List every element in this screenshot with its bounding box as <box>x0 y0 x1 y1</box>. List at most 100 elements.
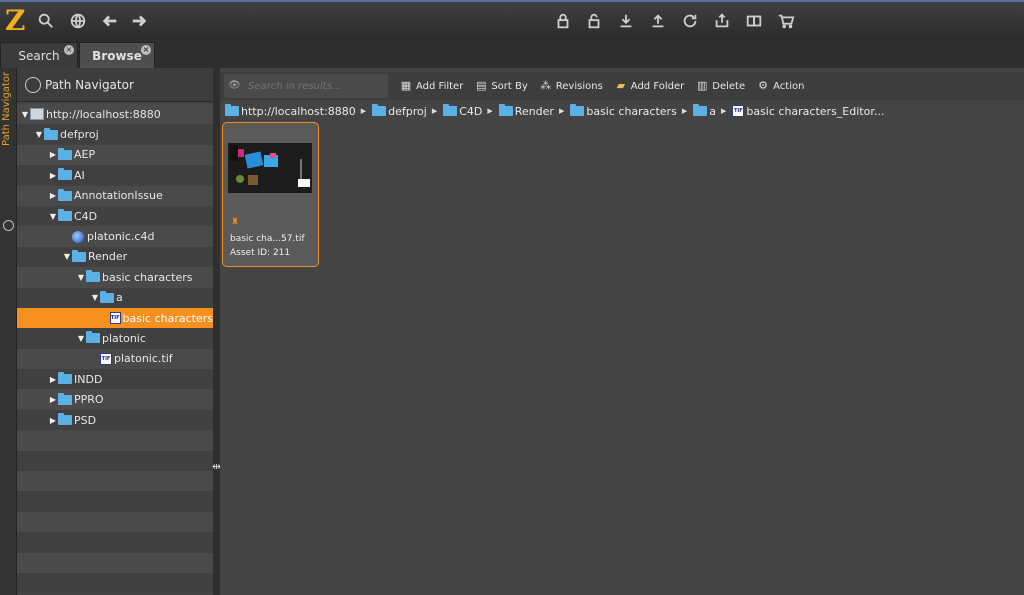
collapse-icon[interactable]: ▼ <box>35 130 43 139</box>
tree-item[interactable]: TIF platonic.tif <box>17 348 213 370</box>
folder-icon <box>86 270 100 283</box>
expand-icon[interactable]: ▶ <box>49 171 57 180</box>
collapse-icon[interactable]: ▼ <box>49 212 57 221</box>
breadcrumb-item[interactable]: a <box>692 104 716 118</box>
breadcrumb-item[interactable]: C4D <box>442 104 482 118</box>
breadcrumb-item[interactable]: defproj <box>371 104 427 118</box>
tree-item[interactable]: ▼ http://localhost:8880 <box>17 104 213 125</box>
breadcrumb-separator-icon: ▶ <box>681 107 688 115</box>
path-navigator-title: Path Navigator <box>45 77 134 92</box>
tree-item[interactable]: ▶ INDD <box>17 369 213 390</box>
tree-item[interactable]: ▶ PSD <box>17 409 213 431</box>
upload-icon[interactable] <box>647 10 669 32</box>
filter-icon: ▦ <box>400 79 412 92</box>
asset-status-icon: ♜ <box>231 217 240 227</box>
search-icon[interactable] <box>35 10 57 32</box>
expand-icon[interactable]: ▶ <box>49 150 57 159</box>
trash-icon: ▥ <box>697 79 708 92</box>
tree-item[interactable]: ▶ AnnotationIssue <box>17 185 213 206</box>
tree-empty-row <box>17 532 213 553</box>
panel-splitter[interactable] <box>213 68 220 595</box>
globe-icon[interactable] <box>67 10 89 32</box>
asset-id: Asset ID: 211 <box>230 248 291 258</box>
add-folder-button[interactable]: ▰ Add Folder <box>615 79 685 92</box>
folder-tree: ▼ http://localhost:8880 ▼ defproj ▶ AEP ▶ AI ▶ An… <box>17 104 213 594</box>
revisions-icon: ⁂ <box>540 79 552 92</box>
tree-item-label: platonic.c4d <box>87 230 155 244</box>
action-button[interactable]: ⚙ Action <box>757 80 804 92</box>
expand-icon[interactable]: ▶ <box>49 191 57 200</box>
add-filter-button[interactable]: ▦ Add Filter <box>400 79 464 92</box>
folder-icon <box>570 104 585 116</box>
tree-item[interactable]: platonic.c4d <box>17 226 213 247</box>
search-results-input[interactable] <box>248 80 378 92</box>
navigator-toggle-icon[interactable] <box>3 220 14 231</box>
tree-item-label: AnnotationIssue <box>74 189 163 203</box>
breadcrumb-item[interactable]: TIF basic characters_Editor... <box>731 105 884 118</box>
tree-item-label: platonic.tif <box>114 352 173 366</box>
add-folder-icon: ▰ <box>616 79 626 92</box>
folder-icon <box>86 331 100 344</box>
collapse-icon[interactable]: ▼ <box>91 293 99 302</box>
tree-item[interactable]: TIF basic characters <box>17 307 213 329</box>
breadcrumb-label: basic characters <box>586 104 677 118</box>
tree-item-label: AI <box>74 168 85 182</box>
lock-icon[interactable] <box>552 10 574 32</box>
folder-icon <box>498 104 513 116</box>
breadcrumb-separator-icon: ▶ <box>720 107 727 115</box>
refresh-icon[interactable] <box>679 10 701 32</box>
cart-icon[interactable] <box>775 10 797 32</box>
forward-arrow-icon[interactable] <box>128 10 150 32</box>
delete-button[interactable]: ▥ Delete <box>696 80 745 92</box>
tree-empty-row <box>17 552 213 573</box>
close-icon[interactable]: × <box>141 45 151 55</box>
tab-bar: Search × Browse × <box>0 40 1024 68</box>
close-icon[interactable]: × <box>64 45 74 55</box>
tree-item[interactable]: ▼ C4D <box>17 205 213 227</box>
tree-item[interactable]: ▼ basic characters <box>17 267 213 288</box>
unlock-icon[interactable] <box>583 10 605 32</box>
side-strip-label[interactable]: Path Navigator <box>1 72 12 162</box>
asset-card[interactable]: ♜ basic cha...57.tif Asset ID: 211 <box>222 122 319 267</box>
tree-item[interactable]: ▼ platonic <box>17 328 213 349</box>
tree-item[interactable]: ▶ PPRO <box>17 389 213 410</box>
gear-icon: ⚙ <box>758 79 769 92</box>
breadcrumb-separator-icon: ▶ <box>487 107 493 115</box>
tif-file-icon: TIF <box>732 105 745 117</box>
breadcrumb-item[interactable]: http://localhost:8880 <box>224 104 356 118</box>
results-toolbar: 👁 ▦ Add Filter ▤ Sort By ⁂ Revisions ▰ A… <box>220 72 1024 100</box>
tree-empty-row <box>17 572 213 594</box>
folder-icon <box>58 392 72 405</box>
tree-item[interactable]: ▶ AI <box>17 165 213 186</box>
tab-search[interactable]: Search × <box>0 42 78 68</box>
folder-icon <box>72 249 86 262</box>
tree-empty-row <box>17 491 213 512</box>
tab-browse[interactable]: Browse × <box>79 42 155 68</box>
tree-item[interactable]: ▼ a <box>17 287 213 308</box>
back-arrow-icon[interactable] <box>99 10 121 32</box>
download-icon[interactable] <box>615 10 637 32</box>
tree-item[interactable]: ▼ defproj <box>17 124 213 145</box>
expand-icon[interactable]: ▶ <box>49 395 57 404</box>
collapse-icon[interactable]: ▼ <box>77 334 85 343</box>
folder-icon <box>58 147 72 160</box>
export-icon[interactable] <box>711 10 733 32</box>
breadcrumb-label: http://localhost:8880 <box>241 104 356 118</box>
search-results-box[interactable]: 👁 <box>224 74 388 98</box>
breadcrumb-item[interactable]: Render <box>498 104 554 118</box>
collapse-icon[interactable]: ▼ <box>63 252 71 261</box>
collapse-icon[interactable]: ▼ <box>21 110 29 119</box>
tree-item[interactable]: ▶ AEP <box>17 144 213 166</box>
tree-item-label: AEP <box>74 148 96 162</box>
tree-item[interactable]: ▼ Render <box>17 246 213 268</box>
expand-icon[interactable]: ▶ <box>49 375 57 384</box>
breadcrumb-item[interactable]: basic characters <box>569 104 677 118</box>
tree-item-label: a <box>116 291 123 305</box>
compare-icon[interactable] <box>743 10 765 32</box>
expand-icon[interactable]: ▶ <box>49 416 57 425</box>
tab-browse-label: Browse <box>92 48 142 63</box>
collapse-icon[interactable]: ▼ <box>77 273 85 282</box>
revisions-button[interactable]: ⁂ Revisions <box>540 80 603 92</box>
sort-by-button[interactable]: ▤ Sort By <box>475 80 528 92</box>
tree-item-label: defproj <box>60 128 99 142</box>
